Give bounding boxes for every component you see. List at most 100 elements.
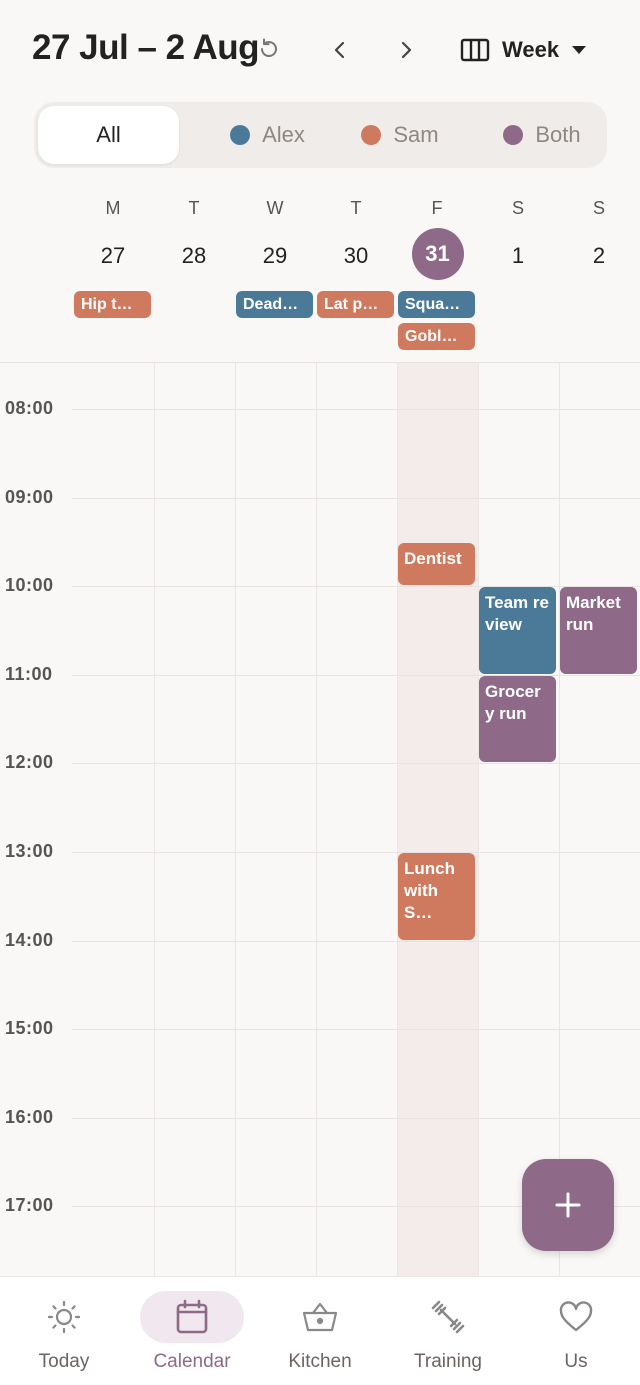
nav-label: Today (38, 1351, 90, 1372)
event-title: Market run (566, 593, 621, 635)
hour-label: 10:00 (5, 575, 54, 596)
heart-icon (559, 1301, 593, 1332)
day-of-week-label: F (431, 198, 443, 218)
day-of-week-label: T (350, 198, 362, 218)
date-range-title: 27 Jul – 2 Aug (32, 28, 260, 67)
all-day-event[interactable]: Gobl… (398, 323, 475, 350)
hour-label: 16:00 (5, 1106, 54, 1127)
hour-label: 12:00 (5, 752, 54, 773)
week-day-header: M 27 T 28 W 29 T 30 F 31 S 1 S 2 Hip t… Dead… Lat p… Squa… (0, 190, 640, 362)
plus-icon (555, 1192, 581, 1218)
day-column-divider (316, 363, 317, 1276)
add-event-button[interactable] (522, 1159, 614, 1251)
reset-to-today-button[interactable] (254, 34, 284, 64)
day-column-divider (397, 363, 398, 1276)
day-number[interactable]: 30 (316, 230, 396, 282)
hour-label: 17:00 (5, 1195, 54, 1216)
today-column-highlight (397, 363, 478, 1276)
event-title: Team review (485, 593, 549, 635)
nav-us[interactable]: Us (512, 1291, 640, 1381)
hour-gridline (72, 674, 640, 676)
week-view-icon (460, 38, 490, 62)
hour-gridline (72, 763, 640, 765)
all-day-event[interactable]: Dead… (236, 291, 313, 318)
chevron-right-icon (401, 41, 412, 59)
day-of-week-label: M (105, 198, 121, 218)
day-number[interactable]: 28 (154, 230, 234, 282)
event-title: Grocer y run (485, 681, 541, 723)
nav-training[interactable]: Training (384, 1291, 512, 1381)
today-date-marker[interactable]: 31 (411, 228, 464, 280)
event-title: Dentist (404, 548, 462, 568)
alex-color-dot (230, 125, 251, 145)
nav-label: Us (564, 1351, 588, 1372)
person-filter: All Alex Sam Both (34, 102, 607, 168)
dumbbell-icon (431, 1300, 465, 1334)
hour-label: 15:00 (5, 1018, 54, 1039)
calendar-header: 27 Jul – 2 Aug Week (0, 0, 640, 100)
calendar-event[interactable]: Market run (560, 587, 637, 674)
bottom-navigation: Today Calendar Kitchen Training Us (0, 1276, 640, 1385)
hour-gridline (72, 586, 640, 588)
event-title: Lunch with S… (404, 859, 455, 922)
sam-color-dot (361, 125, 382, 145)
nav-label: Kitchen (288, 1351, 352, 1372)
day-column-divider (478, 363, 479, 1276)
day-of-week-label: S (511, 198, 524, 218)
view-selector[interactable]: Week (460, 30, 587, 70)
hour-gridline (72, 497, 640, 499)
filter-label: All (96, 122, 121, 147)
nav-icon-container (396, 1291, 500, 1343)
nav-today[interactable]: Today (0, 1291, 128, 1381)
hour-gridline (72, 1117, 640, 1119)
all-day-event[interactable]: Squa… (398, 291, 475, 318)
hour-label: 11:00 (5, 663, 53, 684)
hour-label: 13:00 (5, 841, 54, 861)
all-day-event[interactable]: Lat p… (317, 291, 394, 318)
nav-icon-container (12, 1291, 116, 1343)
time-grid[interactable]: 08:00 09:00 10:00 11:00 12:00 13:00 14:00 15:00… (0, 363, 640, 1276)
calendar-icon (176, 1299, 208, 1334)
calendar-event[interactable]: Grocer y run (479, 675, 556, 763)
nav-icon-container (268, 1291, 372, 1343)
hour-label: 09:00 (5, 486, 54, 507)
nav-label: Calendar (153, 1351, 231, 1372)
next-week-button[interactable] (388, 32, 424, 68)
nav-label: Training (414, 1351, 482, 1372)
caret-down-icon (572, 46, 587, 54)
calendar-event[interactable]: Dentist (398, 542, 475, 586)
day-number[interactable]: 29 (235, 230, 315, 282)
day-of-week-label: S (592, 198, 605, 218)
filter-both[interactable]: Both (487, 106, 597, 164)
filter-all[interactable]: All (38, 106, 179, 164)
day-column-divider (235, 363, 236, 1276)
all-day-event[interactable]: Hip t… (74, 291, 151, 318)
hour-gridline (72, 409, 640, 410)
day-column-divider (154, 363, 155, 1276)
nav-icon-container (140, 1291, 244, 1343)
day-number[interactable]: 2 (559, 230, 639, 282)
day-of-week-label: W (266, 198, 284, 218)
hour-gridline (72, 852, 640, 853)
nav-icon-container (524, 1291, 628, 1343)
day-number[interactable]: 1 (478, 230, 558, 282)
calendar-event[interactable]: Lunch with S… (398, 853, 475, 940)
both-color-dot (503, 125, 524, 145)
nav-calendar[interactable]: Calendar (128, 1291, 256, 1381)
filter-sam[interactable]: Sam (350, 106, 450, 164)
previous-week-button[interactable] (322, 32, 358, 68)
nav-kitchen[interactable]: Kitchen (256, 1291, 384, 1381)
filter-alex[interactable]: Alex (210, 106, 325, 164)
filter-label: Alex (262, 122, 305, 147)
filter-label: Sam (393, 122, 439, 147)
hour-gridline (72, 1029, 640, 1031)
view-label: Week (502, 37, 560, 62)
calendar-event[interactable]: Team review (479, 587, 556, 674)
sun-icon (47, 1300, 81, 1334)
basket-icon (302, 1302, 338, 1332)
hour-gridline (72, 940, 640, 942)
hour-label: 08:00 (5, 398, 54, 418)
day-number[interactable]: 27 (73, 230, 153, 282)
chevron-left-icon (334, 41, 345, 59)
day-of-week-label: T (188, 198, 200, 218)
